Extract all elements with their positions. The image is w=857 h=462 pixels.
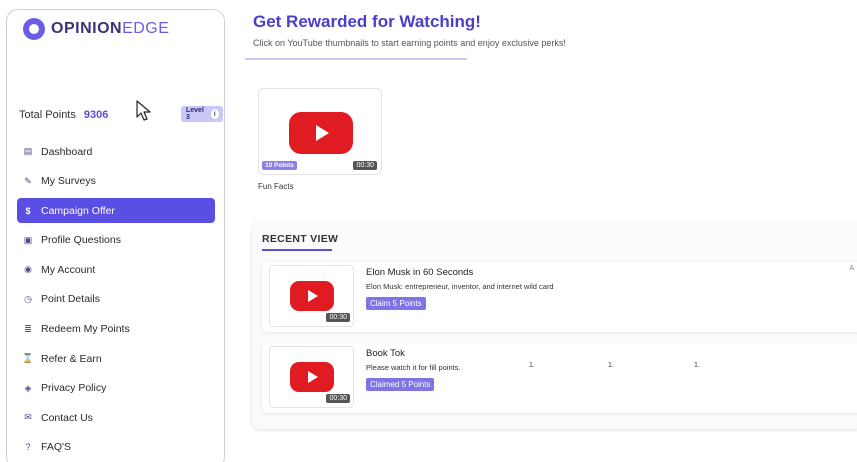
dollar-icon: $	[25, 205, 31, 216]
level-label: Level 3	[186, 107, 204, 121]
sidebar-item-faqs[interactable]: ? FAQ'S	[17, 435, 215, 460]
logo-icon	[23, 18, 45, 40]
sidebar-item-my-surveys[interactable]: ✎ My Surveys	[17, 169, 215, 194]
recent-item: 00:30 Book Tok Please watch it for fill …	[262, 343, 857, 413]
sidebar-item-my-account[interactable]: ◉ My Account	[17, 257, 215, 282]
sidebar-item-label: Refer & Earn	[41, 352, 102, 365]
info-icon[interactable]: i	[210, 109, 219, 119]
recent-item-title: Elon Musk in 60 Seconds	[366, 267, 474, 278]
sidebar-menu: ▤ Dashboard ✎ My Surveys $ Campaign Offe…	[17, 139, 215, 462]
dot-marker: 1.	[608, 362, 614, 369]
sidebar-item-label: Campaign Offer	[41, 204, 115, 217]
heading-underline	[262, 249, 332, 251]
total-points: Total Points 9306 Level 3 i	[19, 106, 223, 123]
recent-item: 00:30 Elon Musk in 60 Seconds Elon Musk:…	[262, 262, 857, 332]
recent-item-description: Elon Musk: entrepreneur, inventor, and i…	[366, 282, 554, 291]
mouse-pointer-icon	[136, 100, 151, 121]
user-questions-icon: ▣	[23, 234, 33, 245]
sidebar-item-label: Privacy Policy	[41, 382, 107, 395]
sidebar-item-label: Point Details	[41, 293, 100, 306]
total-points-label: Total Points	[19, 109, 76, 121]
title-divider	[245, 58, 467, 60]
sidebar-item-label: Redeem My Points	[41, 323, 130, 336]
shield-icon: ◈	[24, 382, 32, 393]
account-icon: ◉	[24, 264, 32, 275]
recent-view-heading: RECENT VIEW	[262, 233, 339, 245]
sidebar-item-label: My Surveys	[41, 175, 96, 188]
sidebar-item-refer-earn[interactable]: ⌛ Refer & Earn	[17, 346, 215, 371]
dot-marker: 1.	[694, 362, 700, 369]
sidebar-item-privacy-policy[interactable]: ◈ Privacy Policy	[17, 376, 215, 401]
points-badge: 10 Points	[262, 161, 297, 170]
sidebar-item-label: FAQ'S	[41, 441, 72, 454]
sidebar-item-label: Profile Questions	[41, 234, 121, 247]
duration-badge: 00:30	[326, 313, 350, 322]
sidebar-item-label: Contact Us	[41, 411, 93, 424]
recent-item-title: Book Tok	[366, 348, 405, 359]
sidebar-item-point-details[interactable]: ◷ Point Details	[17, 287, 215, 312]
brand-logo[interactable]: OPINIONEDGE	[23, 18, 169, 40]
level-badge[interactable]: Level 3 i	[181, 106, 223, 122]
duration-badge: 00:30	[326, 394, 350, 403]
claimed-points-badge: Claimed 5 Points	[366, 378, 435, 391]
page-subtitle: Click on YouTube thumbnails to start ear…	[253, 38, 566, 48]
sidebar-item-profile-questions[interactable]: ▣ Profile Questions	[17, 228, 215, 253]
dashboard-icon: ▤	[23, 146, 33, 156]
sidebar: OPINIONEDGE Total Points 9306 Level 3 i …	[6, 9, 225, 462]
claim-points-button[interactable]: Claim 5 Points	[366, 297, 426, 310]
total-points-value: 9306	[83, 109, 109, 121]
brand-name: OPINIONEDGE	[51, 20, 170, 37]
youtube-play-icon[interactable]	[290, 281, 334, 311]
clipboard-icon: ✎	[24, 175, 32, 186]
recent-view-panel: RECENT VIEW 00:30 Elon Musk in 60 Second…	[252, 222, 857, 429]
sidebar-item-redeem-my-points[interactable]: ≣ Redeem My Points	[17, 317, 215, 342]
coins-icon: ≣	[24, 323, 32, 334]
sidebar-item-label: My Account	[41, 263, 96, 276]
clock-icon: ◷	[24, 293, 32, 304]
corner-label: A	[849, 265, 854, 272]
duration-badge: 00:30	[353, 161, 377, 170]
gift-icon: ⌛	[22, 353, 34, 364]
recent-item-description: Please watch it for fill points.	[366, 363, 461, 372]
question-icon: ?	[25, 442, 31, 453]
page-title: Get Rewarded for Watching!	[253, 12, 481, 31]
youtube-play-icon[interactable]	[289, 112, 353, 154]
envelope-icon: ✉	[24, 412, 32, 423]
sidebar-item-label: Dashboard	[41, 145, 93, 158]
video-thumbnail[interactable]: 00:30	[269, 346, 354, 408]
dot-marker: 1.	[529, 362, 535, 369]
youtube-play-icon[interactable]	[290, 362, 334, 392]
video-thumbnail[interactable]: 00:30	[269, 265, 354, 327]
sidebar-item-dashboard[interactable]: ▤ Dashboard	[17, 139, 215, 164]
sidebar-item-campaign-offer[interactable]: $ Campaign Offer	[17, 198, 215, 224]
video-thumbnail-card[interactable]: 10 Points 00:30	[258, 88, 382, 175]
sidebar-item-contact-us[interactable]: ✉ Contact Us	[17, 405, 215, 430]
video-title: Fun Facts	[258, 182, 294, 191]
